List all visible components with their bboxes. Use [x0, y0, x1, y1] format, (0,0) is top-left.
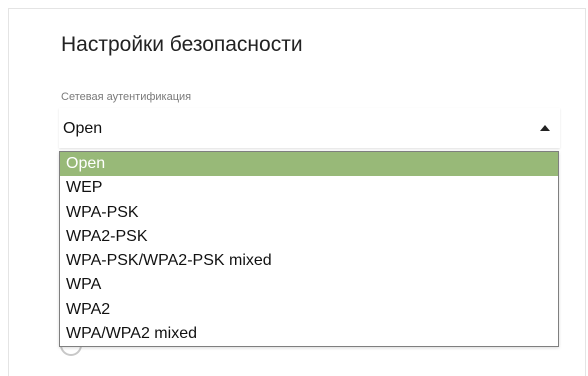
dropdown-option-wpa2[interactable]: WPA2 — [60, 298, 558, 322]
section-title: Настройки безопасности — [61, 33, 303, 56]
auth-field-label: Сетевая аутентификация — [61, 91, 192, 103]
auth-select[interactable]: Open — [59, 108, 560, 148]
dropdown-option-wpa-wpa2-mixed[interactable]: WPA/WPA2 mixed — [60, 322, 558, 346]
dropdown-option-wpa-psk-wpa2-psk-mixed[interactable]: WPA-PSK/WPA2-PSK mixed — [60, 249, 558, 273]
caret-up-icon — [540, 125, 550, 131]
dropdown-option-wpa2-psk[interactable]: WPA2-PSK — [60, 225, 558, 249]
dropdown-option-open[interactable]: Open — [60, 152, 558, 177]
dropdown-option-wpa[interactable]: WPA — [60, 273, 558, 297]
dropdown-option-wpa-psk[interactable]: WPA-PSK — [60, 201, 558, 225]
auth-select-value: Open — [63, 120, 103, 137]
auth-dropdown-list: Open WEP WPA-PSK WPA2-PSK WPA-PSK/WPA2-P… — [59, 151, 559, 347]
dropdown-option-wep[interactable]: WEP — [60, 176, 558, 200]
